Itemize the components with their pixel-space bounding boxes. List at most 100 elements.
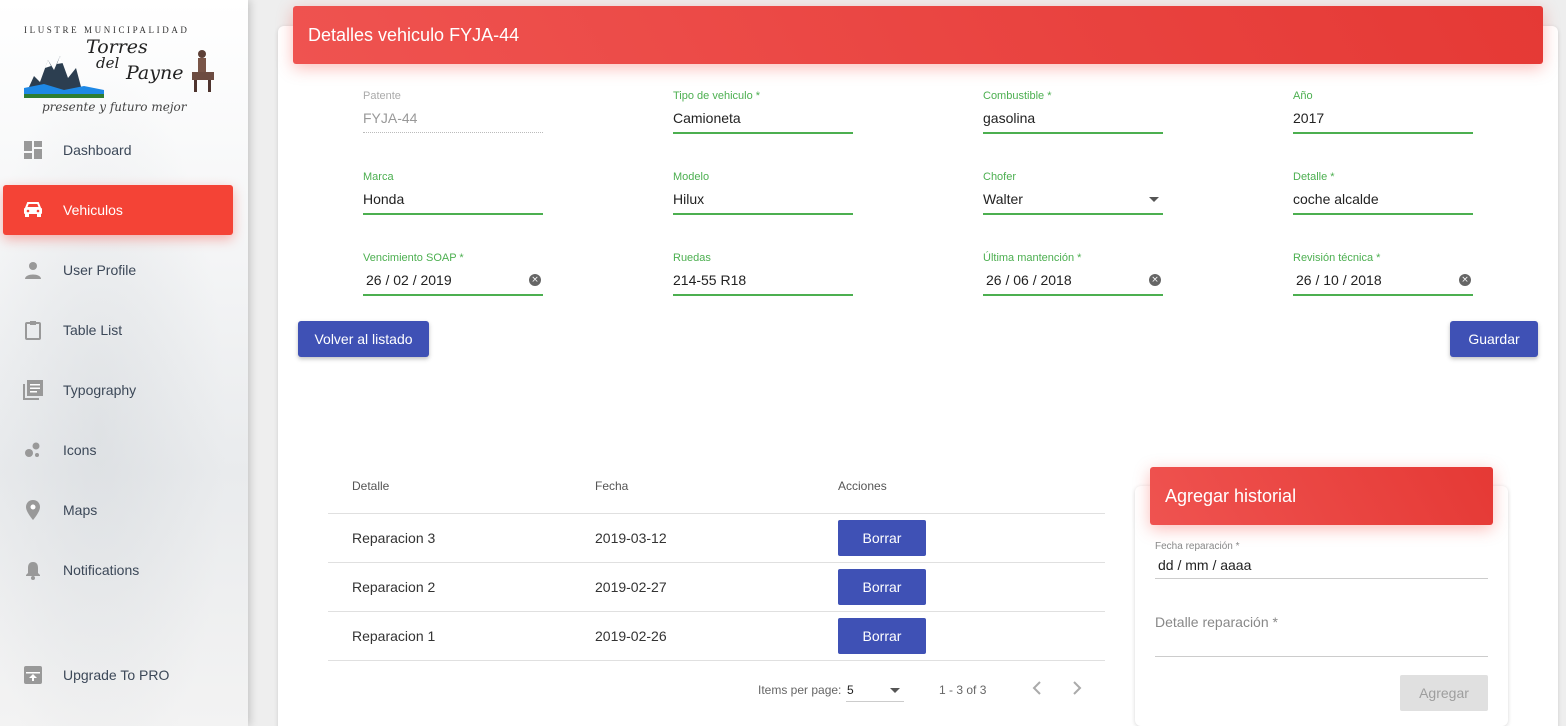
location-pin-icon bbox=[23, 500, 43, 520]
cell-detalle: Reparacion 2 bbox=[352, 579, 436, 595]
logo-top-text: ILUSTRE MUNICIPALIDAD bbox=[24, 25, 190, 35]
patente-value: FYJA-44 bbox=[363, 110, 418, 126]
mantencion-date-input[interactable]: 26 / 06 / 2018 × bbox=[983, 272, 1163, 290]
revision-date-input[interactable]: 26 / 10 / 2018 × bbox=[1293, 272, 1473, 290]
rider-icon bbox=[192, 50, 214, 92]
ruedas-input[interactable]: 214-55 R18 bbox=[673, 272, 853, 290]
fecha-reparacion-label: Fecha reparación * bbox=[1155, 541, 1240, 552]
sidebar-item-label: Upgrade To PRO bbox=[63, 667, 170, 683]
chofer-select[interactable]: Chofer Walter bbox=[983, 171, 1163, 215]
modelo-label: Modelo bbox=[673, 171, 710, 183]
sidebar-item-vehiculos[interactable]: Vehiculos bbox=[3, 185, 233, 235]
tipo-vehiculo-field[interactable]: Tipo de vehiculo * Camioneta bbox=[673, 90, 853, 134]
sidebar-item-icons[interactable]: Icons bbox=[3, 425, 233, 475]
back-to-list-button[interactable]: Volver al listado bbox=[298, 321, 429, 357]
sidebar-item-typography[interactable]: Typography bbox=[3, 365, 233, 415]
patente-field: Patente FYJA-44 bbox=[363, 90, 543, 133]
logo: ILUSTRE MUNICIPALIDAD Torres del Payne p… bbox=[20, 20, 220, 120]
clipboard-icon bbox=[23, 320, 43, 340]
marca-input[interactable]: Honda bbox=[363, 191, 543, 209]
previous-page-icon[interactable] bbox=[1031, 680, 1043, 696]
clear-icon[interactable]: × bbox=[529, 274, 541, 286]
chevron-down-icon bbox=[890, 688, 900, 693]
anio-label: Año bbox=[1293, 90, 1313, 102]
page-size-value: 5 bbox=[847, 683, 854, 697]
clear-icon[interactable]: × bbox=[1459, 274, 1471, 286]
sidebar-item-label: Notifications bbox=[63, 562, 140, 578]
revision-date-field[interactable]: Revisión técnica * 26 / 10 / 2018 × bbox=[1293, 252, 1473, 296]
page-range: 1 - 3 of 3 bbox=[939, 683, 987, 697]
sidebar-item-user-profile[interactable]: User Profile bbox=[3, 245, 233, 295]
tipo-vehiculo-label: Tipo de vehiculo * bbox=[673, 90, 761, 102]
add-history-button[interactable]: Agregar bbox=[1400, 675, 1488, 711]
chofer-select-value[interactable]: Walter bbox=[983, 191, 1163, 209]
next-page-icon[interactable] bbox=[1071, 680, 1083, 696]
chofer-value: Walter bbox=[983, 191, 1023, 207]
mantencion-date-field[interactable]: Última mantención * 26 / 06 / 2018 × bbox=[983, 252, 1163, 296]
cell-fecha: 2019-02-27 bbox=[595, 579, 667, 595]
bell-icon bbox=[23, 560, 43, 580]
person-icon bbox=[23, 260, 43, 280]
column-header-acciones: Acciones bbox=[838, 479, 887, 493]
sidebar-item-maps[interactable]: Maps bbox=[3, 485, 233, 535]
tipo-vehiculo-input[interactable]: Camioneta bbox=[673, 110, 853, 128]
detalle-field[interactable]: Detalle * coche alcalde bbox=[1293, 171, 1473, 215]
sidebar-item-notifications[interactable]: Notifications bbox=[3, 545, 233, 595]
cell-fecha: 2019-03-12 bbox=[595, 530, 667, 546]
dashboard-icon bbox=[23, 140, 43, 160]
chevron-down-icon[interactable] bbox=[1149, 197, 1159, 202]
unarchive-icon bbox=[23, 665, 43, 685]
sidebar-item-upgrade[interactable]: Upgrade To PRO bbox=[3, 650, 233, 700]
detalle-input[interactable]: coche alcalde bbox=[1293, 191, 1473, 209]
card-header: Detalles vehiculo FYJA-44 bbox=[293, 6, 1543, 64]
detalle-label: Detalle * bbox=[1293, 171, 1335, 183]
delete-button[interactable]: Borrar bbox=[838, 520, 926, 556]
sidebar-item-label: Typography bbox=[63, 382, 137, 398]
sidebar-item-label: Table List bbox=[63, 322, 123, 338]
sidebar: ILUSTRE MUNICIPALIDAD Torres del Payne p… bbox=[0, 0, 248, 726]
soap-date-input[interactable]: 26 / 02 / 2019 × bbox=[363, 272, 543, 290]
sidebar-item-label: Dashboard bbox=[63, 142, 132, 158]
delete-button[interactable]: Borrar bbox=[838, 618, 926, 654]
logo-tagline: presente y futuro mejor bbox=[42, 100, 187, 114]
patente-label: Patente bbox=[363, 90, 401, 102]
ruedas-field[interactable]: Ruedas 214-55 R18 bbox=[673, 252, 853, 296]
revision-label: Revisión técnica * bbox=[1293, 252, 1381, 264]
save-button[interactable]: Guardar bbox=[1450, 321, 1538, 357]
sidebar-item-label: Icons bbox=[63, 442, 97, 458]
items-per-page-label: Items per page: bbox=[758, 683, 842, 697]
delete-button[interactable]: Borrar bbox=[838, 569, 926, 605]
sidebar-item-label: Vehiculos bbox=[63, 202, 123, 218]
detalle-reparacion-input[interactable]: Detalle reparación * bbox=[1155, 614, 1278, 630]
clear-icon[interactable]: × bbox=[1149, 274, 1161, 286]
cell-fecha: 2019-02-26 bbox=[595, 628, 667, 644]
soap-date-field[interactable]: Vencimiento SOAP * 26 / 02 / 2019 × bbox=[363, 252, 543, 296]
sidebar-item-dashboard[interactable]: Dashboard bbox=[3, 125, 233, 175]
anio-field[interactable]: Año 2017 bbox=[1293, 90, 1473, 134]
ruedas-label: Ruedas bbox=[673, 252, 711, 264]
anio-input[interactable]: 2017 bbox=[1293, 110, 1473, 128]
combustible-input[interactable]: gasolina bbox=[983, 110, 1163, 128]
fecha-reparacion-input[interactable]: dd / mm / aaaa bbox=[1158, 557, 1251, 573]
modelo-field[interactable]: Modelo Hilux bbox=[673, 171, 853, 215]
mantencion-value: 26 / 06 / 2018 bbox=[986, 272, 1072, 288]
column-header-detalle: Detalle bbox=[352, 479, 390, 493]
cell-detalle: Reparacion 3 bbox=[352, 530, 436, 546]
mantencion-label: Última mantención * bbox=[983, 252, 1082, 264]
cell-detalle: Reparacion 1 bbox=[352, 628, 436, 644]
combustible-field[interactable]: Combustible * gasolina bbox=[983, 90, 1163, 134]
library-books-icon bbox=[23, 380, 43, 400]
soap-label: Vencimiento SOAP * bbox=[363, 252, 464, 264]
sidebar-item-table-list[interactable]: Table List bbox=[3, 305, 233, 355]
add-history-header: Agregar historial bbox=[1150, 467, 1493, 525]
modelo-input[interactable]: Hilux bbox=[673, 191, 853, 209]
sidebar-item-label: User Profile bbox=[63, 262, 137, 278]
page-size-select[interactable]: 5 bbox=[846, 680, 904, 702]
page-title: Detalles vehiculo FYJA-44 bbox=[308, 24, 520, 45]
logo-name-line3: Payne bbox=[126, 62, 184, 84]
chofer-label: Chofer bbox=[983, 171, 1017, 183]
sidebar-item-label: Maps bbox=[63, 502, 98, 518]
marca-field[interactable]: Marca Honda bbox=[363, 171, 543, 215]
column-header-fecha: Fecha bbox=[595, 479, 629, 493]
marca-label: Marca bbox=[363, 171, 394, 183]
